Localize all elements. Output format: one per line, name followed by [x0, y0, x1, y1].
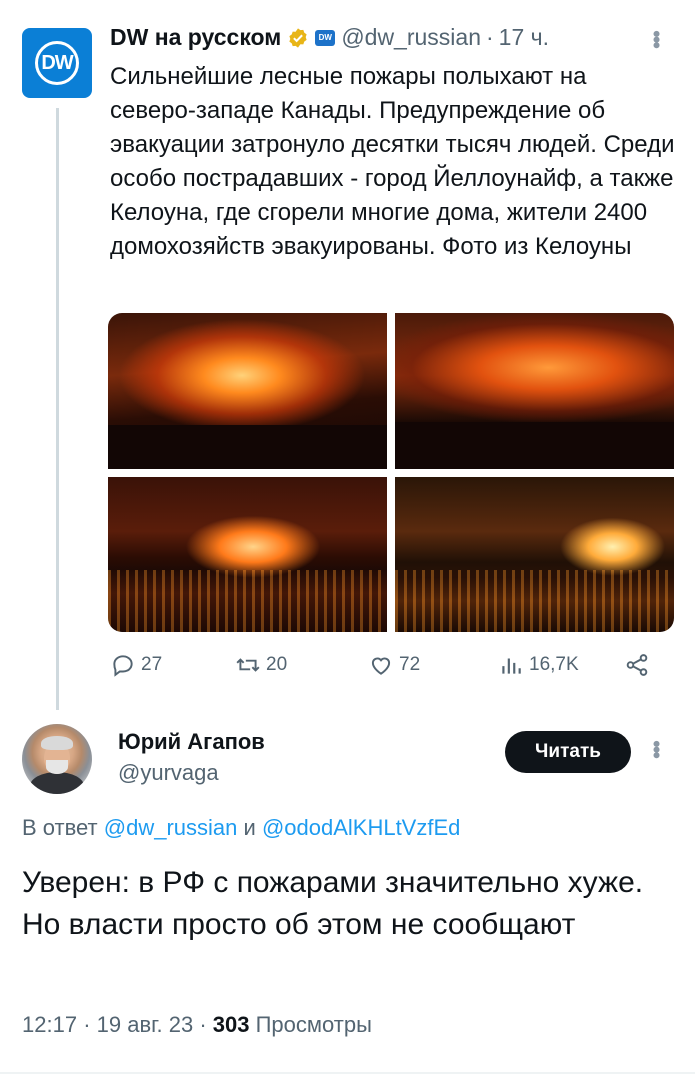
reply-button[interactable]: 27 — [110, 652, 162, 678]
reply-to-line: В ответ @dw_russian и @ododAlKHLtVzfEd — [22, 815, 460, 841]
like-button[interactable]: 72 — [368, 652, 420, 678]
reply-count: 27 — [141, 654, 163, 675]
share-icon — [626, 654, 648, 676]
separator-dot: · — [486, 24, 494, 50]
quoted-tweet-header: DW на русском DW @dw_russian · 17 ч. — [110, 24, 549, 51]
retweet-icon — [236, 658, 260, 672]
author-name[interactable]: DW на русском — [110, 24, 281, 51]
views-total: 303 — [212, 1012, 250, 1037]
reply-to-user-link[interactable]: @ododAlKHLtVzfEd — [262, 815, 460, 840]
reply-to-and: и — [243, 815, 256, 840]
divider — [0, 1072, 695, 1074]
thread-connector-line — [56, 108, 59, 710]
dw-affiliate-badge-icon: DW — [315, 29, 336, 46]
separator-dot: · — [83, 1012, 97, 1037]
reply-text: Уверен: в РФ с пожарами значительно хуже… — [22, 866, 644, 941]
like-icon — [371, 657, 391, 675]
views-count: 16,7K — [529, 654, 579, 675]
reply-icon — [113, 655, 133, 677]
wildfire-photo-2[interactable] — [395, 313, 674, 469]
like-count: 72 — [399, 654, 421, 675]
wildfire-photo-4[interactable] — [395, 476, 674, 632]
wildfire-photo-3[interactable] — [108, 476, 387, 632]
tweet-meta: 12:17 · 19 авг. 23 · 303 Просмотры — [22, 1012, 372, 1038]
more-options-icon[interactable]: ••• — [644, 30, 669, 47]
tweet-timestamp[interactable]: 12:17 — [22, 1012, 77, 1037]
photo-grid — [108, 313, 674, 632]
follow-button[interactable]: Читать — [505, 731, 631, 773]
reply-to-prefix: В ответ — [22, 815, 98, 840]
retweet-button[interactable]: 20 — [235, 652, 287, 678]
tweet-actions-bar: 27 20 72 16,7K — [110, 652, 670, 682]
reply-to-user-link[interactable]: @dw_russian — [104, 815, 238, 840]
wildfire-photo-1[interactable] — [108, 313, 387, 469]
user-avatar[interactable] — [22, 724, 92, 794]
separator-dot: · — [199, 1012, 213, 1037]
tweet-date[interactable]: 19 авг. 23 — [97, 1012, 194, 1037]
dw-avatar[interactable]: DW — [22, 28, 92, 98]
views-label: Просмотры — [255, 1012, 372, 1037]
author-handle[interactable]: @dw_russian — [341, 24, 481, 51]
tweet-text: Сильнейшие лесные пожары полыхают на сев… — [110, 63, 675, 260]
share-button[interactable] — [624, 652, 650, 678]
views-icon — [502, 658, 521, 674]
reply-author-handle[interactable]: @yurvaga — [118, 760, 219, 786]
tweet-time[interactable]: 17 ч. — [499, 24, 549, 51]
views-button[interactable]: 16,7K — [498, 652, 579, 678]
retweet-count: 20 — [266, 654, 288, 675]
verified-badge-icon — [289, 27, 307, 48]
reply-author-name[interactable]: Юрий Агапов — [118, 729, 265, 755]
more-options-icon[interactable]: ••• — [644, 740, 669, 757]
dw-logo: DW — [35, 41, 79, 85]
